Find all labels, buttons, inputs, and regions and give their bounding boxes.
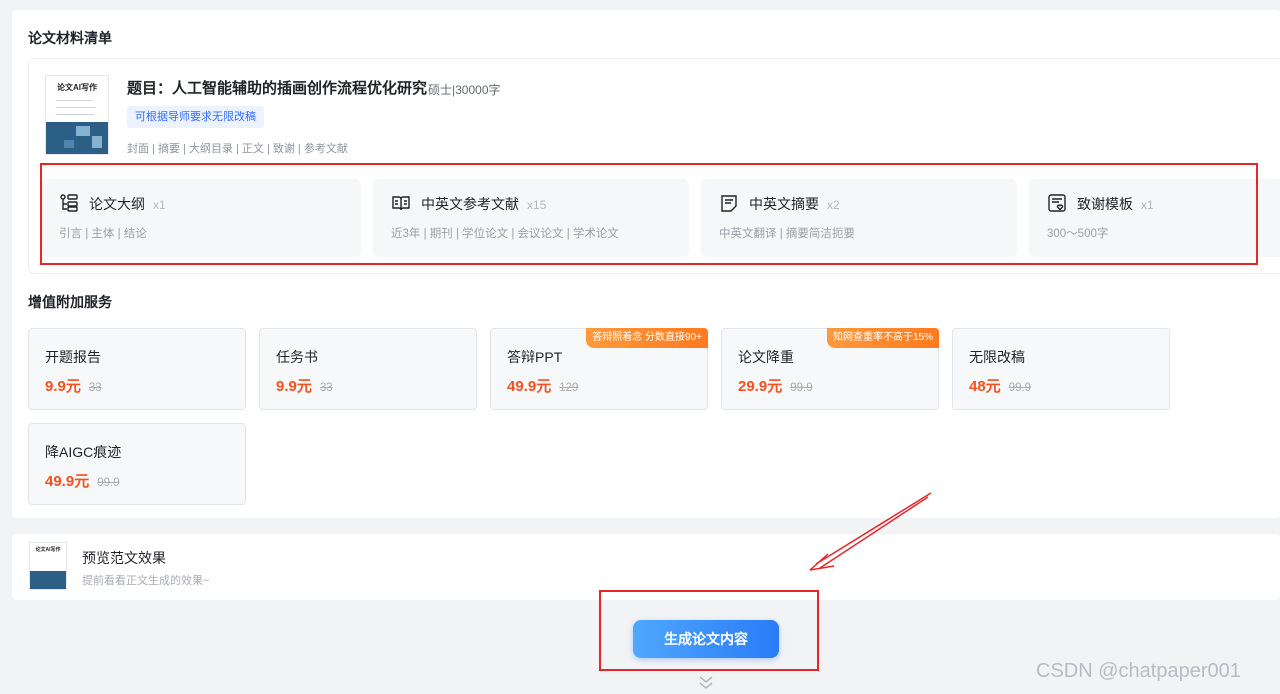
thesis-cover-thumbnail: 论文AI写作: [45, 75, 109, 155]
service-name: 降AIGC痕迹: [45, 444, 122, 460]
book-icon: [392, 196, 410, 211]
feature-name: 论文大纲 x1: [89, 196, 166, 212]
feature-references[interactable]: 中英文参考文献 x15 近3年 | 期刊 | 学位论文 | 会议论文 | 学术论文: [373, 179, 689, 257]
service-name: 开题报告: [45, 349, 101, 365]
materials-section-title: 论文材料清单: [28, 30, 112, 46]
feature-count: x15: [527, 198, 547, 212]
feature-desc: 近3年 | 期刊 | 学位论文 | 会议论文 | 学术论文: [391, 228, 619, 240]
service-price: 9.9元 33: [276, 378, 333, 395]
service-reduce-aigc[interactable]: 降AIGC痕迹 49.9元 99.9: [28, 423, 246, 505]
promo-badge: 知网查重率不高于15%: [826, 328, 939, 348]
service-price: 49.9元 99.9: [45, 473, 120, 490]
thesis-meta: 硕士|30000字: [428, 83, 501, 97]
service-task-book[interactable]: 任务书 9.9元 33: [259, 328, 477, 410]
original-price: 99.9: [790, 382, 813, 394]
preview-subtitle: 提前看看正文生成的效果~: [82, 575, 210, 587]
promo-badge: 答辩照着念 分数直接90+: [586, 328, 708, 348]
service-price: 49.9元 129: [507, 378, 579, 395]
original-price: 33: [88, 382, 102, 394]
csdn-watermark: CSDN @chatpaper001: [1036, 660, 1241, 682]
feature-count: x2: [827, 198, 840, 212]
preview-thumbnail: 论文AI写作: [29, 542, 67, 590]
original-price: 99.9: [1008, 382, 1032, 394]
preview-thumb-title: 论文AI写作: [35, 547, 61, 553]
service-name: 任务书: [276, 349, 318, 365]
service-plagiarism-reduction[interactable]: 知网查重率不高于15% 论文降重 29.9元 99.9: [721, 328, 939, 410]
services-section-title: 增值附加服务: [28, 294, 112, 310]
feature-desc: 中英文翻译 | 摘要简洁扼要: [719, 228, 855, 240]
feature-desc: 引言 | 主体 | 结论: [59, 228, 147, 240]
feature-name: 致谢模板 x1: [1077, 196, 1154, 212]
outline-icon: [60, 194, 78, 212]
feature-count: x1: [153, 198, 166, 212]
feature-acknowledgement[interactable]: 致谢模板 x1 300～500字: [1029, 179, 1280, 257]
preview-sample-card[interactable]: 论文AI写作 预览范文效果 提前看看正文生成的效果~: [12, 534, 1280, 600]
feature-count: x1: [1141, 198, 1154, 212]
feature-outline[interactable]: 论文大纲 x1 引言 | 主体 | 结论: [41, 179, 361, 257]
service-unlimited-revision[interactable]: 无限改稿 48元 99.9: [952, 328, 1170, 410]
main-card: 论文材料清单 论文AI写作 题目：人工智能辅助的插画创作流程优化研究 硕士|30…: [12, 10, 1280, 518]
feature-abstract[interactable]: 中英文摘要 x2 中英文翻译 | 摘要简洁扼要: [701, 179, 1017, 257]
thesis-title: 题目：人工智能辅助的插画创作流程优化研究: [127, 80, 428, 97]
original-price: 99.9: [97, 477, 120, 489]
unlimited-revision-tag: 可根据导师要求无限改稿: [127, 106, 264, 128]
heart-note-icon: [1048, 194, 1066, 212]
service-price: 48元 99.9: [969, 378, 1032, 395]
service-price: 9.9元 33: [45, 378, 102, 395]
original-price: 33: [319, 382, 333, 394]
feature-desc: 300～500字: [1047, 228, 1109, 240]
service-price: 29.9元 99.9: [738, 378, 813, 395]
service-name: 论文降重: [738, 349, 794, 365]
original-price: 129: [559, 382, 579, 394]
cover-title: 论文AI写作: [57, 83, 97, 92]
scroll-down-chevron-icon[interactable]: [696, 672, 716, 692]
thesis-parts: 封面 | 摘要 | 大纲目录 | 正文 | 致谢 | 参考文献: [127, 143, 348, 155]
preview-title: 预览范文效果: [82, 550, 166, 566]
generate-content-button[interactable]: 生成论文内容: [633, 620, 779, 658]
service-name: 无限改稿: [969, 349, 1025, 365]
service-defense-ppt[interactable]: 答辩照着念 分数直接90+ 答辩PPT 49.9元 129: [490, 328, 708, 410]
document-icon: [721, 195, 737, 212]
service-name: 答辩PPT: [507, 349, 563, 365]
feature-name: 中英文摘要 x2: [749, 196, 840, 212]
materials-box: 论文AI写作 题目：人工智能辅助的插画创作流程优化研究 硕士|30000字 可根…: [28, 58, 1280, 274]
service-proposal[interactable]: 开题报告 9.9元 33: [28, 328, 246, 410]
feature-name: 中英文参考文献 x15: [421, 196, 547, 212]
